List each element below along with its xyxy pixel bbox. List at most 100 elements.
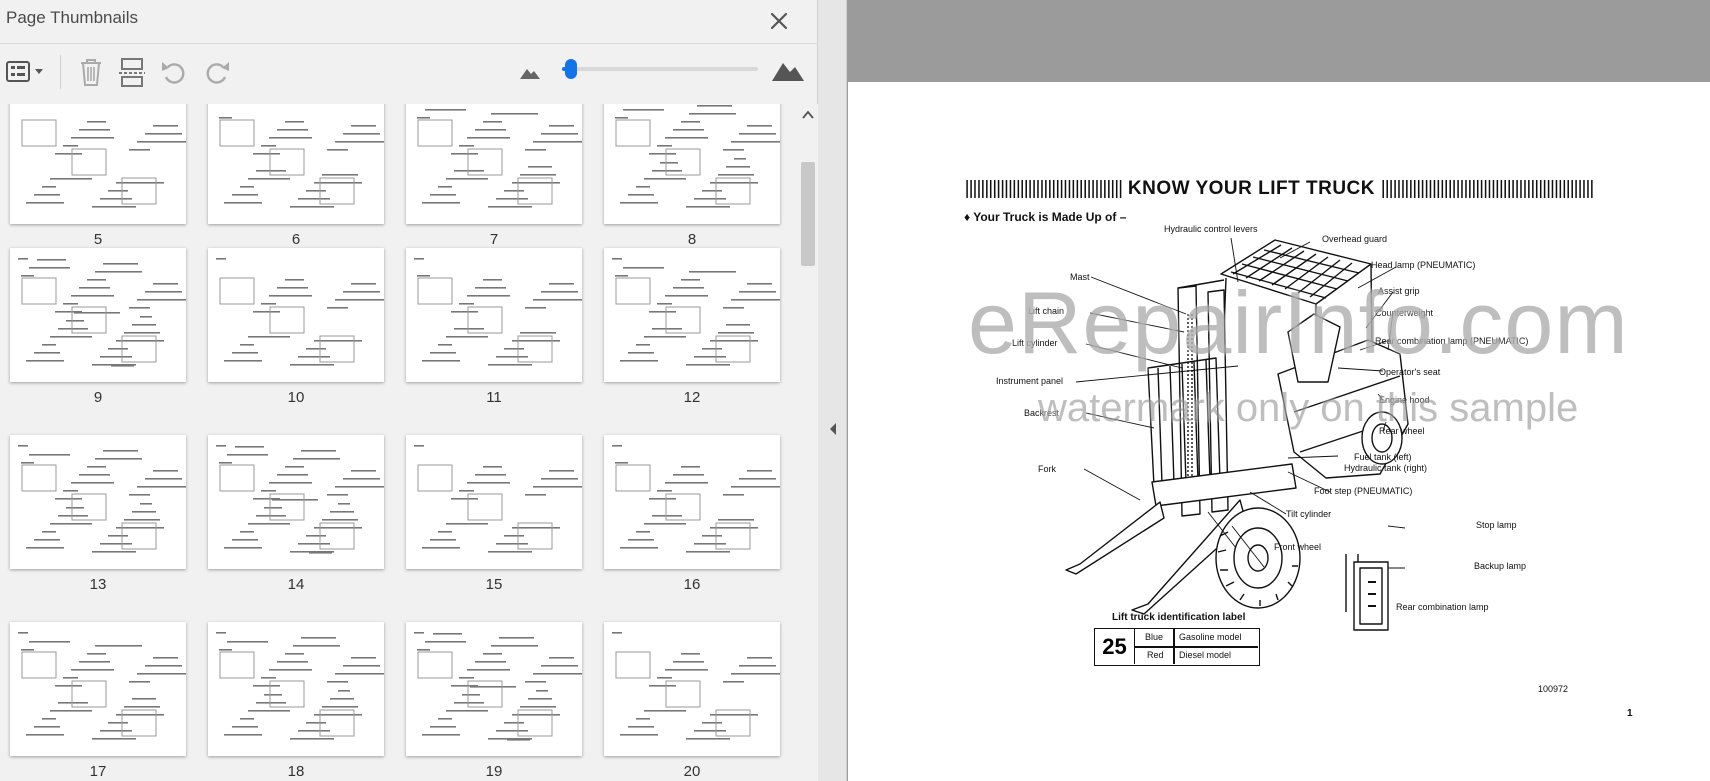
extract-pages-icon: [119, 58, 145, 87]
rotate-counterclockwise-button[interactable]: [157, 55, 191, 89]
thumbnail-page-number: 16: [683, 576, 701, 593]
scrollbar-thumb[interactable]: [801, 162, 815, 266]
thumbnail-page-number: 14: [287, 576, 305, 593]
rotate-clockwise-icon: [206, 62, 229, 84]
thumbnail-page-image[interactable]: [604, 435, 780, 569]
close-panel-button[interactable]: [764, 6, 794, 36]
label-hydraulic-tank: Hydraulic tank (right): [1344, 463, 1428, 473]
thumbnail-preview: [216, 445, 384, 554]
panel-header: Page Thumbnails: [0, 0, 818, 44]
thumbnail-preview: [612, 258, 780, 366]
thumbnail-page-number: 8: [687, 231, 697, 248]
thumbnail-page-image[interactable]: [10, 435, 186, 569]
thumbnail-preview: [417, 109, 582, 208]
thumbnail-page-image[interactable]: [208, 104, 384, 224]
zoom-slider-handle[interactable]: [565, 59, 577, 79]
thumbnail-preview: [612, 445, 780, 553]
toolbar-separator: [60, 55, 61, 89]
id-label-number: 25: [1095, 629, 1135, 664]
forklift-illustration: [1065, 237, 1409, 631]
thumbnail-preview: [18, 258, 186, 367]
thumbnail-page-number: 7: [489, 231, 499, 248]
thumbnail-page-image[interactable]: [604, 622, 780, 756]
thumbnail-page-image[interactable]: [604, 248, 780, 382]
thumbnail-page-image[interactable]: [208, 248, 384, 382]
thumbnail-preview: [414, 258, 582, 366]
label-overhead-guard: Overhead guard: [1322, 234, 1388, 244]
id-row2-model: Diesel model: [1179, 650, 1232, 660]
thumbnail-page-number: 20: [683, 763, 701, 780]
watermark-main: eRepairInfo.com: [968, 273, 1629, 372]
thumbnail-preview: [414, 632, 582, 741]
panel-title: Page Thumbnails: [6, 8, 138, 27]
thumbnail-page-image[interactable]: [208, 435, 384, 569]
close-icon: [770, 12, 788, 30]
zoom-slider-track[interactable]: [562, 67, 758, 71]
id-row1-model: Gasoline model: [1179, 632, 1242, 642]
app-window: Page Thumbnails 5 6 7 8 9 10 11 12 13 14…: [0, 0, 1710, 781]
thumbnail-page-number: 13: [89, 576, 107, 593]
page-number: 1: [1627, 708, 1633, 719]
label-stop-lamp: Stop lamp: [1476, 520, 1517, 530]
thumbnail-page-image[interactable]: [406, 435, 582, 569]
label-backup-lamp: Backup lamp: [1474, 561, 1527, 571]
delete-icon: [81, 59, 101, 86]
thumbnail-page-image[interactable]: [406, 622, 582, 756]
thumbnails-toolbar: [0, 45, 818, 101]
scroll-up-arrow-icon[interactable]: [801, 108, 815, 122]
thumbnail-preview: [414, 445, 582, 553]
collapse-left-arrow-icon[interactable]: [828, 422, 838, 436]
label-instrument-panel: Instrument panel: [996, 376, 1064, 386]
thumbnails-scrollbar[interactable]: [798, 104, 818, 781]
thumbnail-page-image[interactable]: [406, 104, 582, 224]
thumbnail-page-image[interactable]: [604, 104, 780, 224]
id-label-title: Lift truck identification label: [1112, 612, 1246, 623]
label-front-wheel: Front wheel: [1274, 542, 1322, 552]
extract-pages-button[interactable]: [115, 55, 149, 89]
label-tilt-cylinder: Tilt cylinder: [1286, 509, 1332, 519]
thumbnail-page-number: 12: [683, 389, 701, 406]
thumbnail-preview: [615, 105, 780, 208]
thumbnail-preview: [612, 632, 780, 740]
page-thumbnails-panel: Page Thumbnails 5 6 7 8 9 10 11 12 13 14…: [0, 0, 818, 781]
thumbnail-preview: [18, 445, 186, 553]
thumbnail-preview: [216, 258, 384, 366]
thumbnail-page-number: 9: [93, 389, 103, 406]
panel-divider[interactable]: [818, 0, 847, 781]
thumbnail-page-image[interactable]: [406, 248, 582, 382]
rotate-counterclockwise-icon: [162, 62, 185, 84]
label-foot-step: Foot step (PNEUMATIC): [1314, 486, 1413, 496]
id-row1-color: Blue: [1145, 632, 1164, 642]
thumbnail-page-number: 18: [287, 763, 305, 780]
label-rear-combination-lamp: Rear combination lamp: [1396, 602, 1489, 612]
thumbnail-page-image[interactable]: [10, 104, 186, 224]
id-table-rule: [1173, 629, 1175, 664]
thumbnail-page-image[interactable]: [10, 622, 186, 756]
mountain-large-icon[interactable]: [772, 59, 804, 81]
options-menu-button[interactable]: [4, 55, 48, 89]
id-label-table: 25 Blue Gasoline model Red Diesel model: [1094, 628, 1260, 666]
delete-pages-button[interactable]: [74, 55, 108, 89]
thumbnail-page-image[interactable]: [208, 622, 384, 756]
label-fork: Fork: [1038, 464, 1056, 474]
thumbnail-preview: [216, 632, 384, 740]
mountain-small-icon[interactable]: [520, 65, 540, 79]
thumbnail-preview: [21, 119, 186, 208]
rotate-clockwise-button[interactable]: [200, 55, 234, 89]
thumbnail-preview: [219, 117, 384, 208]
thumbnail-page-number: 17: [89, 763, 107, 780]
thumbnails-grid: 5 6 7 8 9 10 11 12 13 14 15 16 17 18 19 20: [0, 104, 798, 781]
label-hydraulic-control-levers: Hydraulic control levers: [1164, 224, 1258, 234]
thumbnail-page-number: 6: [291, 231, 301, 248]
thumbnail-page-image[interactable]: [10, 248, 186, 382]
options-menu-icon: [6, 61, 43, 82]
thumbnail-page-number: 5: [93, 231, 103, 248]
figure-code: 100972: [1538, 684, 1569, 694]
thumbnail-page-number: 10: [287, 389, 305, 406]
document-page: ||||||||||||||||||||||||||||||||||||||||…: [848, 82, 1710, 781]
label-head-lamp: Head lamp (PNEUMATIC): [1371, 260, 1476, 270]
id-table-rule: [1135, 646, 1258, 648]
watermark-sub: watermark only on this sample: [1038, 386, 1579, 430]
label-fuel-tank: Fuel tank (left): [1354, 452, 1412, 462]
thumbnail-page-number: 11: [486, 389, 502, 406]
